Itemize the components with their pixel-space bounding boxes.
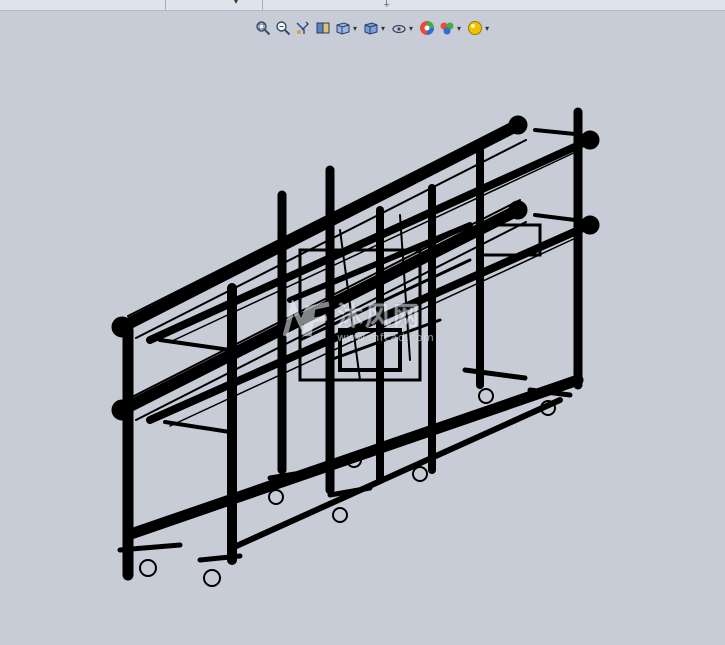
graphics-area[interactable]: 沐风网 www.mfcad.com [0, 44, 725, 641]
edit-appearance-icon[interactable] [418, 18, 436, 38]
heads-up-view-toolbar: ▾ ▾ ▾ ▾ ▾ [254, 16, 492, 40]
display-style-icon[interactable] [362, 18, 380, 38]
apply-scene-icon[interactable] [438, 18, 456, 38]
top-toolbar-strip: ▾ ⍊ [0, 0, 725, 11]
command-manager-tab-area[interactable] [0, 0, 166, 10]
view-settings-icon[interactable] [466, 18, 484, 38]
chevron-down-icon[interactable]: ▾ [381, 24, 385, 33]
cad-model-wireframe[interactable] [0, 44, 725, 641]
view-orientation-icon[interactable] [334, 18, 352, 38]
chevron-down-icon[interactable]: ▾ [457, 24, 461, 33]
chevron-down-icon[interactable]: ▾ [409, 24, 413, 33]
section-view-icon[interactable] [314, 18, 332, 38]
chevron-down-icon[interactable]: ▾ [485, 24, 489, 33]
previous-view-icon[interactable] [294, 18, 312, 38]
toolbar-segment[interactable] [166, 0, 263, 10]
zoom-to-fit-icon[interactable] [254, 18, 272, 38]
hide-show-items-icon[interactable] [390, 18, 408, 38]
pin-icon[interactable]: ⍊ [384, 0, 389, 8]
zoom-to-area-icon[interactable] [274, 18, 292, 38]
chevron-down-icon[interactable]: ▾ [353, 24, 357, 33]
